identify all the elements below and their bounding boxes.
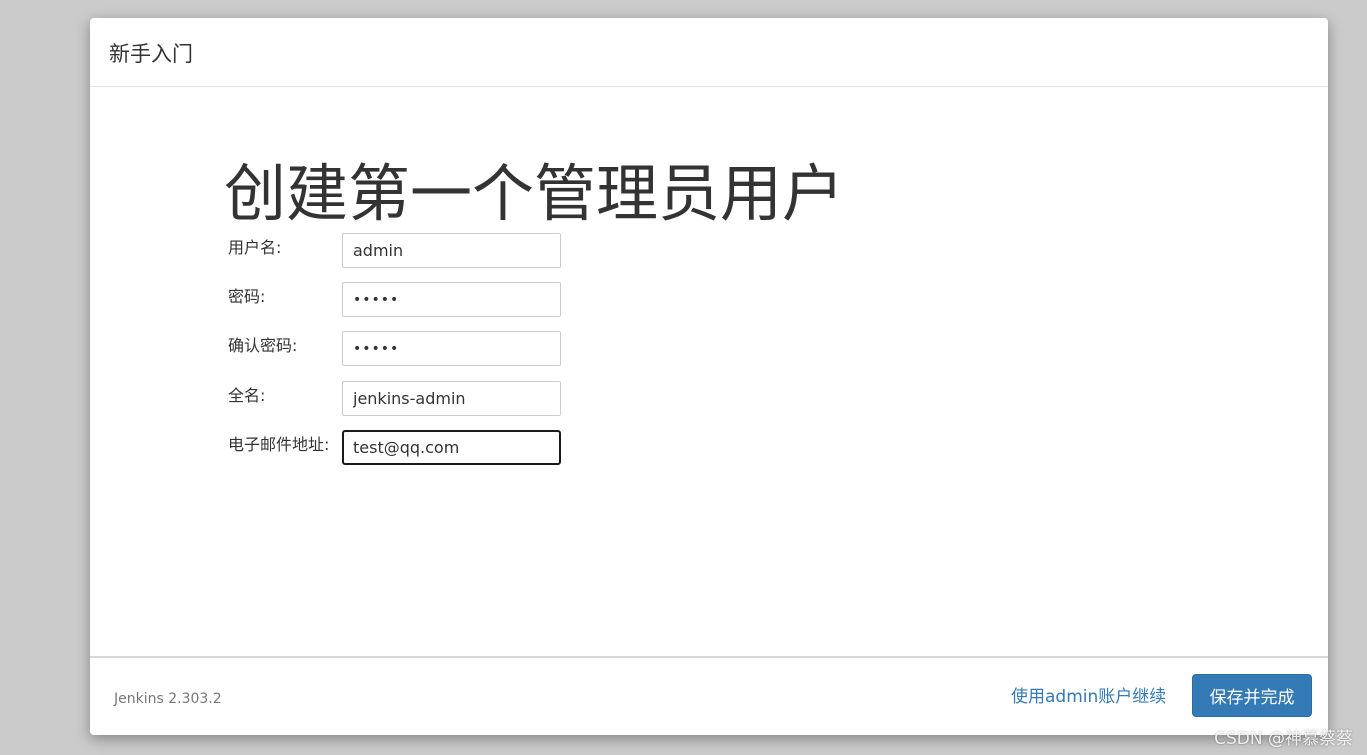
email-field[interactable] <box>342 430 561 465</box>
fullname-label: 全名: <box>228 386 266 405</box>
password-label: 密码: <box>228 287 266 306</box>
email-label: 电子邮件地址: <box>228 435 330 454</box>
username-label: 用户名: <box>228 238 282 257</box>
dialog-title: 新手入门 <box>109 42 193 66</box>
setup-wizard-dialog: 新手入门 创建第一个管理员用户 用户名: 密码: 确认密码: 全名: 电子邮件地… <box>90 18 1328 735</box>
continue-as-admin-link[interactable]: 使用admin账户继续 <box>1011 684 1166 710</box>
password-field[interactable] <box>342 282 561 317</box>
username-field[interactable] <box>342 233 561 268</box>
dialog-header: 新手入门 <box>90 18 1328 87</box>
watermark: CSDN @神慕蔡蔡 <box>1214 729 1353 749</box>
page-title: 创建第一个管理员用户 <box>224 157 845 230</box>
password-row: 密码: <box>228 282 628 318</box>
fullname-row: 全名: <box>228 381 628 417</box>
version-label: Jenkins 2.303.2 <box>114 691 222 707</box>
dialog-footer: Jenkins 2.303.2 使用admin账户继续 保存并完成 <box>90 656 1328 735</box>
fullname-field[interactable] <box>342 381 561 416</box>
email-row: 电子邮件地址: <box>228 430 628 466</box>
save-and-finish-button[interactable]: 保存并完成 <box>1192 674 1312 717</box>
confirm-password-row: 确认密码: <box>228 331 628 367</box>
confirm-password-field[interactable] <box>342 331 561 366</box>
confirm-password-label: 确认密码: <box>228 336 298 355</box>
username-row: 用户名: <box>228 233 628 269</box>
